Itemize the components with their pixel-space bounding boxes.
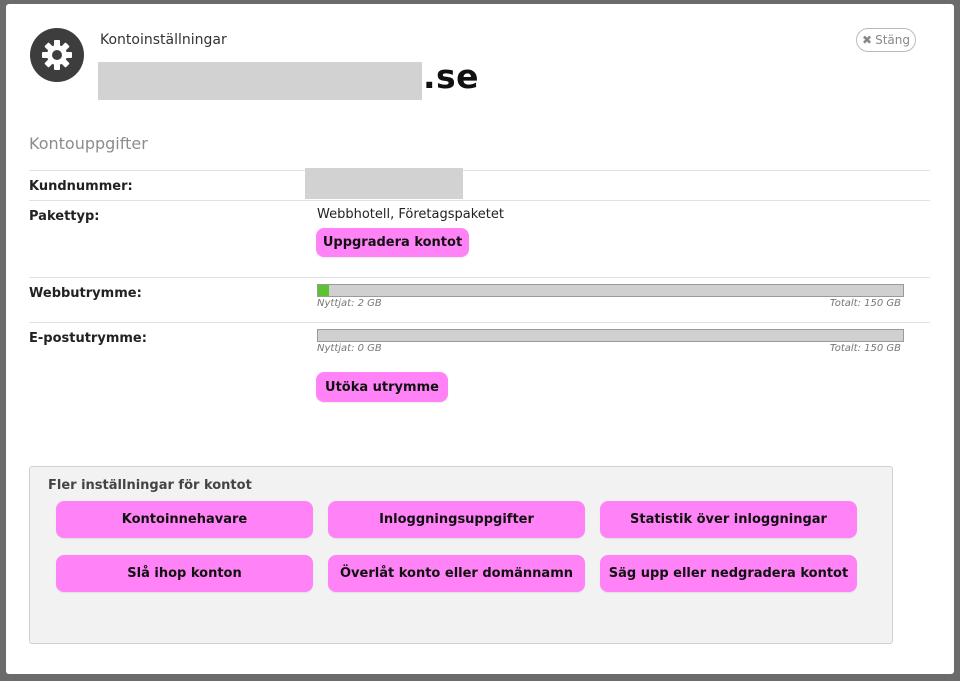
customer-number-redacted <box>305 168 463 199</box>
close-button[interactable]: ✖ Stäng <box>856 28 916 52</box>
account-settings-dialog: Kontoinställningar .se ✖ Stäng Kontouppg… <box>6 4 954 674</box>
close-icon: ✖ <box>862 33 873 47</box>
divider <box>29 277 930 278</box>
email-storage-meta: Nyttjat: 0 GB Totalt: 150 GB <box>317 343 901 354</box>
divider <box>29 170 930 171</box>
domain-name-redacted <box>98 62 422 100</box>
section-title: Kontouppgifter <box>29 134 148 153</box>
divider <box>29 322 930 323</box>
account-holder-button[interactable]: Kontoinnehavare <box>56 501 313 538</box>
login-details-button[interactable]: Inloggningsuppgifter <box>328 501 585 538</box>
domain-suffix: .se <box>423 57 480 96</box>
dialog-title: Kontoinställningar <box>100 32 227 48</box>
upgrade-account-button[interactable]: Uppgradera kontot <box>316 228 469 257</box>
web-storage-fill <box>318 285 329 296</box>
customer-number-label: Kundnummer: <box>29 179 133 194</box>
more-settings-title: Fler inställningar för kontot <box>48 478 252 493</box>
divider <box>29 200 930 201</box>
email-storage-used: Nyttjat: 0 GB <box>317 343 382 354</box>
gear-icon <box>30 28 84 82</box>
web-storage-used: Nyttjat: 2 GB <box>317 298 382 309</box>
email-storage-label: E-postutrymme: <box>29 331 147 346</box>
login-statistics-button[interactable]: Statistik över inloggningar <box>600 501 857 538</box>
web-storage-total: Totalt: 150 GB <box>829 298 901 309</box>
web-storage-label: Webbutrymme: <box>29 286 142 301</box>
package-type-value: Webbhotell, Företagspaketet <box>317 207 504 222</box>
package-type-label: Pakettyp: <box>29 209 100 224</box>
web-storage-bar <box>317 284 904 297</box>
close-label: Stäng <box>875 33 910 47</box>
email-storage-bar <box>317 329 904 342</box>
web-storage-meta: Nyttjat: 2 GB Totalt: 150 GB <box>317 298 901 309</box>
email-storage-total: Totalt: 150 GB <box>829 343 901 354</box>
expand-storage-button[interactable]: Utöka utrymme <box>316 372 448 402</box>
more-settings-panel: Fler inställningar för kontot Kontoinneh… <box>29 466 893 644</box>
merge-accounts-button[interactable]: Slå ihop konton <box>56 555 313 592</box>
cancel-downgrade-button[interactable]: Säg upp eller nedgradera kontot <box>600 555 857 592</box>
transfer-account-button[interactable]: Överlåt konto eller domännamn <box>328 555 585 592</box>
